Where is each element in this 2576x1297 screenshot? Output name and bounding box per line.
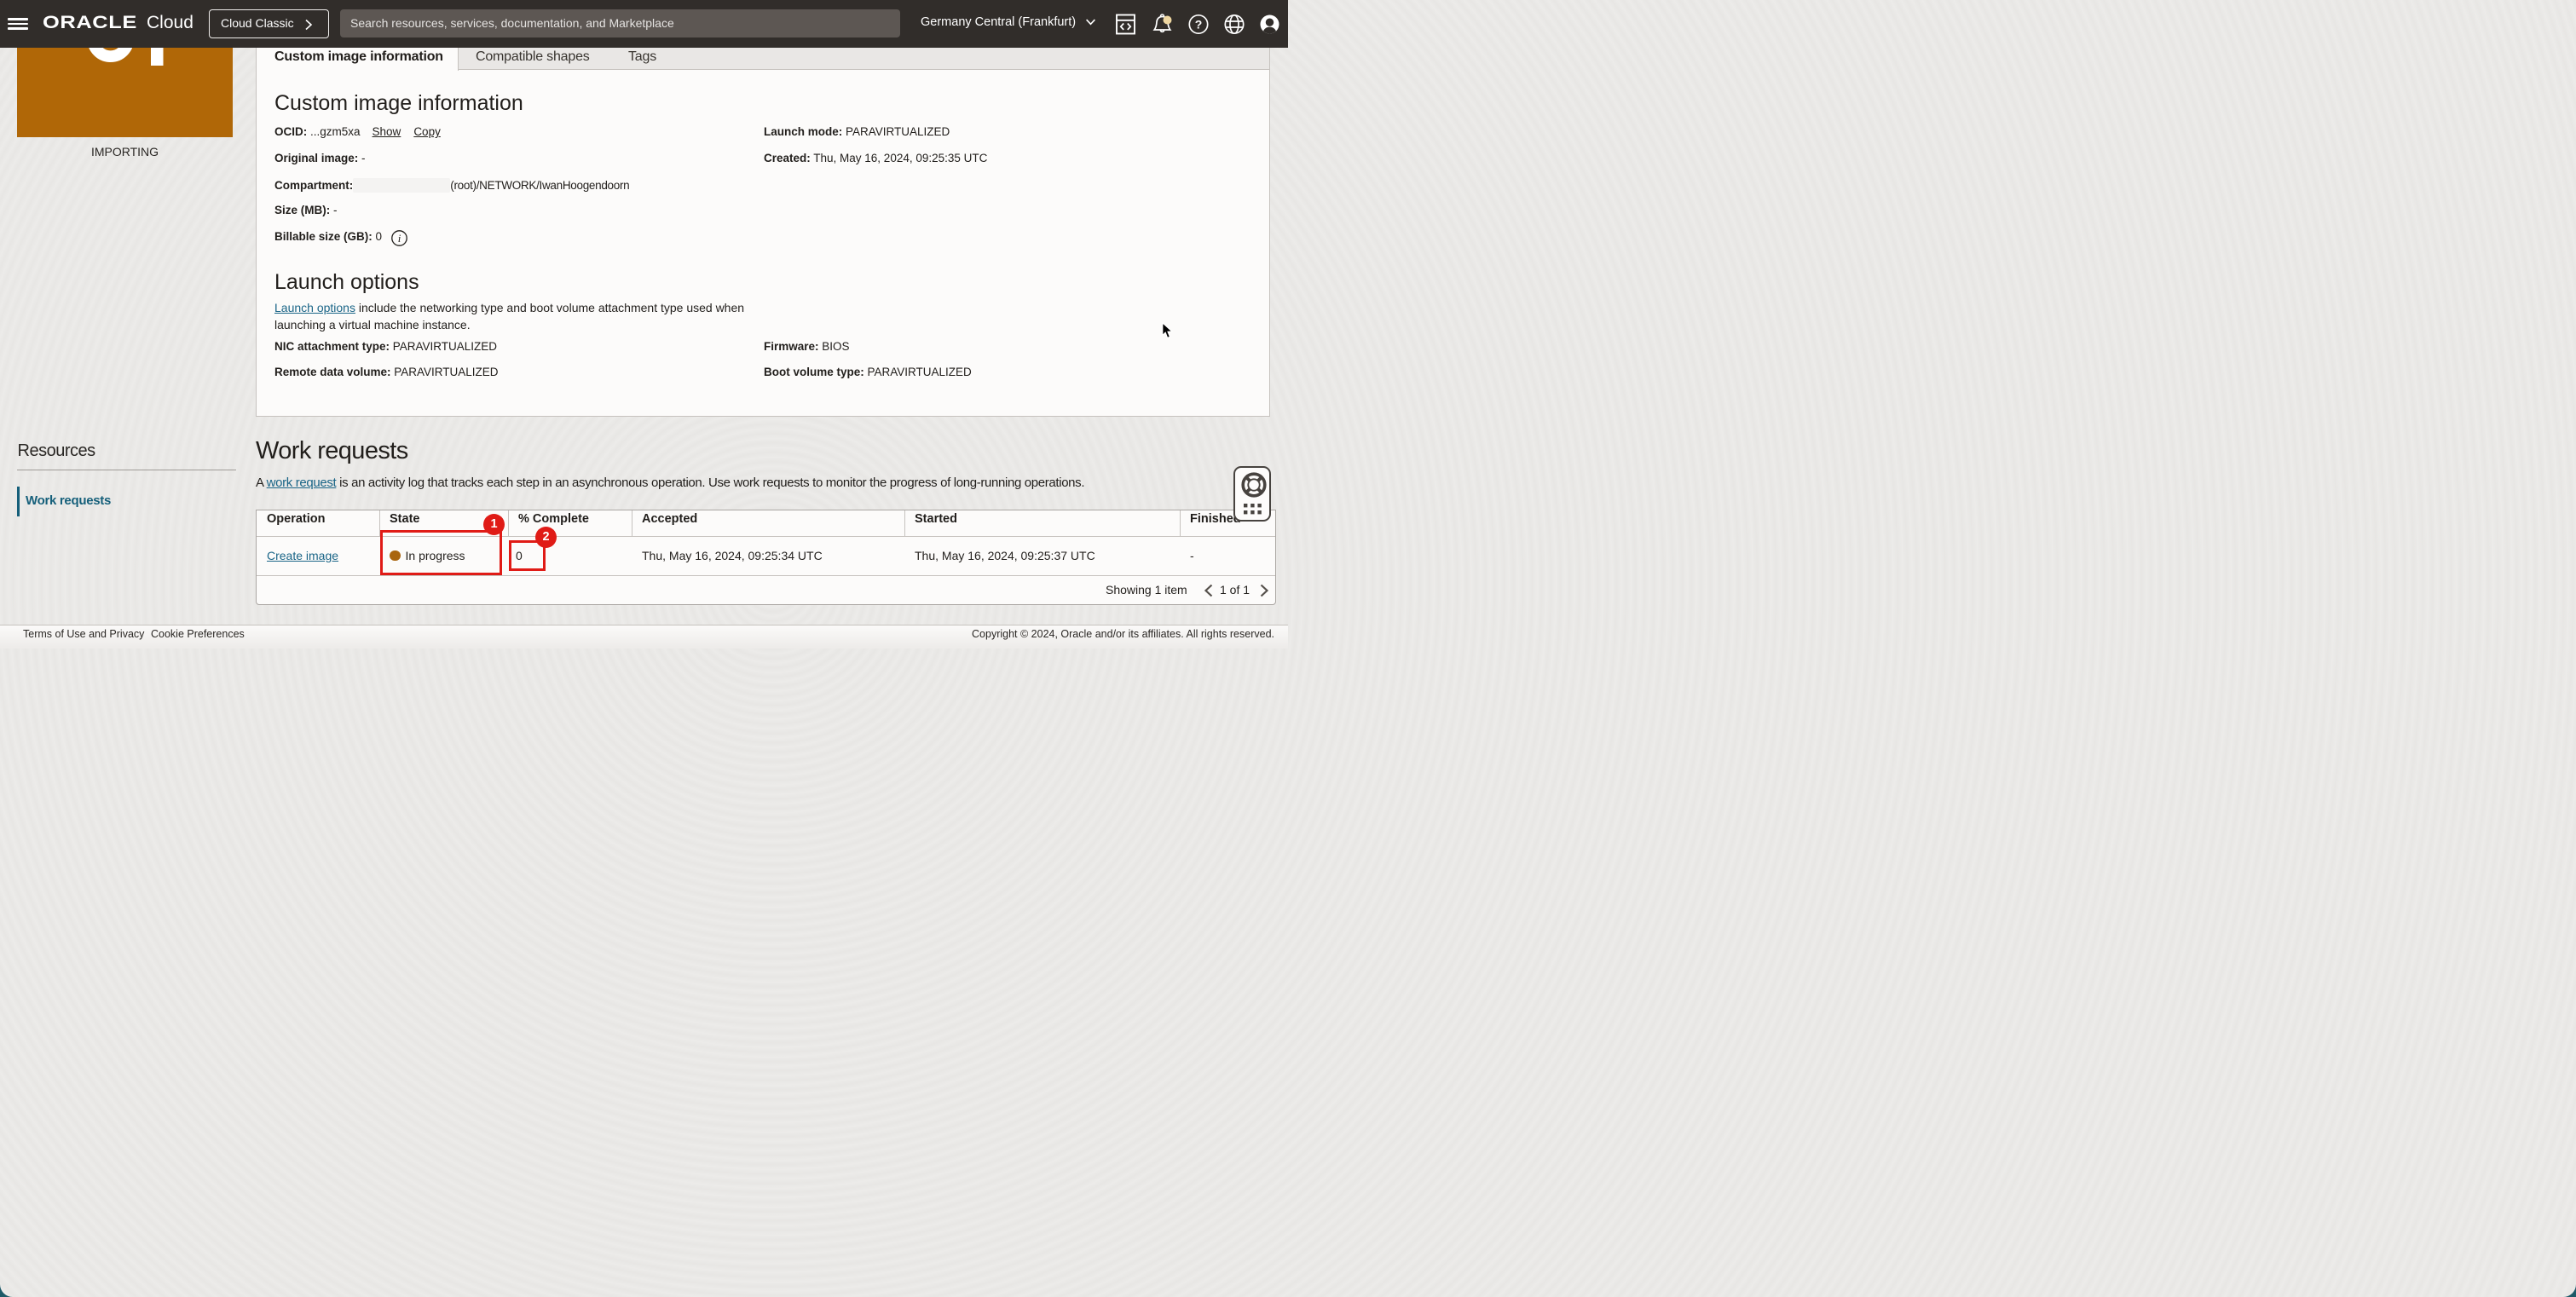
svg-text:i: i [397, 232, 401, 245]
svg-text:?: ? [1195, 18, 1203, 32]
